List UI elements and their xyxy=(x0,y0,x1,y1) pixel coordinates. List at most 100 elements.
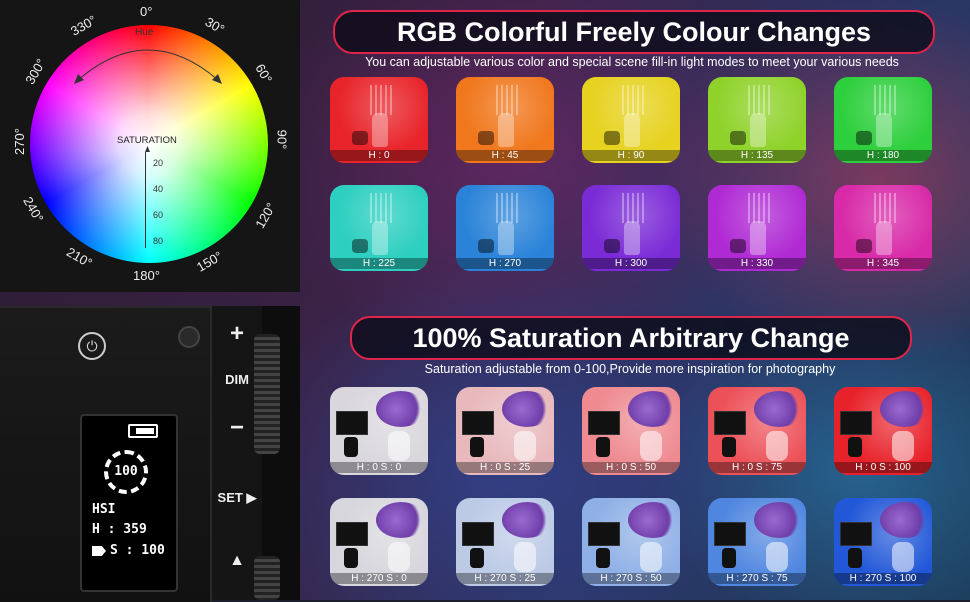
vase xyxy=(766,542,788,572)
saturation-tile: H : 270 S : 100 xyxy=(834,498,932,586)
vase xyxy=(624,113,640,147)
saturation-tile: H : 0 S : 0 xyxy=(330,387,428,475)
flower-stems xyxy=(874,85,896,115)
flower-stems xyxy=(370,193,392,223)
hue-arc-arrow xyxy=(74,49,222,152)
plant-pot xyxy=(352,239,368,253)
plant-pot xyxy=(478,131,494,145)
flower-stems xyxy=(370,85,392,115)
lavender-flowers xyxy=(880,391,930,427)
hue-tile: H : 180 xyxy=(834,77,932,163)
vase xyxy=(876,221,892,255)
vase xyxy=(640,542,662,572)
saturation-tile: H : 270 S : 50 xyxy=(582,498,680,586)
tripod xyxy=(596,437,610,457)
light-panel xyxy=(462,522,494,546)
light-panel xyxy=(840,522,872,546)
selector-arrow-icon xyxy=(92,546,106,556)
saturation-tile: H : 270 S : 75 xyxy=(708,498,806,586)
lavender-flowers xyxy=(628,391,678,427)
battery-icon xyxy=(128,424,158,438)
saturation-tick: 60 xyxy=(153,210,164,220)
saturation-tile: H : 270 S : 25 xyxy=(456,498,554,586)
flower-stems xyxy=(874,193,896,223)
saturation-tile: H : 270 S : 0 xyxy=(330,498,428,586)
vase xyxy=(498,221,514,255)
led-light-device: ⏻ 100 HSI H : 359 S : 100 + DIM − SET ▶ … xyxy=(0,306,300,602)
hue-tile-label: H : 300 xyxy=(582,258,680,269)
hue-tile: H : 345 xyxy=(834,185,932,271)
hue-tile: H : 0 xyxy=(330,77,428,163)
vase xyxy=(498,113,514,147)
vase xyxy=(388,431,410,461)
set-button[interactable]: SET ▶ xyxy=(212,490,262,506)
saturation-tile-label: H : 0 S : 0 xyxy=(330,462,428,473)
tripod xyxy=(848,548,862,568)
power-icon[interactable]: ⏻ xyxy=(78,332,106,360)
saturation-tile-label: H : 0 S : 25 xyxy=(456,462,554,473)
hue-tile: H : 225 xyxy=(330,185,428,271)
vase xyxy=(640,431,662,461)
flower-stems xyxy=(622,85,644,115)
saturation-tile-label: H : 0 S : 100 xyxy=(834,462,932,473)
tripod xyxy=(344,548,358,568)
hue-tile: H : 135 xyxy=(708,77,806,163)
degree-label: 90° xyxy=(274,129,290,150)
vase xyxy=(750,221,766,255)
vase xyxy=(514,431,536,461)
lower-knob[interactable] xyxy=(254,556,280,600)
plant-pot xyxy=(856,131,872,145)
vase xyxy=(372,221,388,255)
light-panel xyxy=(588,411,620,435)
rgb-headline: RGB Colorful Freely Colour Changes xyxy=(333,10,935,54)
mount-screw xyxy=(178,326,200,348)
hue-tile-label: H : 330 xyxy=(708,258,806,269)
tripod xyxy=(596,548,610,568)
dial-knob[interactable] xyxy=(254,334,280,454)
saturation-tile: H : 0 S : 100 xyxy=(834,387,932,475)
saturation-tile-label: H : 270 S : 75 xyxy=(708,573,806,584)
saturation-tile: H : 0 S : 25 xyxy=(456,387,554,475)
light-panel xyxy=(588,522,620,546)
degree-label: 0° xyxy=(140,4,153,19)
hue-tile-label: H : 180 xyxy=(834,150,932,161)
device-display: 100 HSI H : 359 S : 100 xyxy=(80,414,178,592)
vase xyxy=(372,113,388,147)
hue-tile: H : 330 xyxy=(708,185,806,271)
vase xyxy=(766,431,788,461)
light-panel xyxy=(462,411,494,435)
saturation-tile: H : 0 S : 50 xyxy=(582,387,680,475)
hue-tile: H : 270 xyxy=(456,185,554,271)
flower-stems xyxy=(748,85,770,115)
vase xyxy=(892,542,914,572)
hue-tile-label: H : 345 xyxy=(834,258,932,269)
saturation-tick: 40 xyxy=(153,184,164,194)
saturation-tick: 80 xyxy=(153,236,164,246)
vase xyxy=(750,113,766,147)
brightness-value: 100 xyxy=(114,464,138,479)
vase xyxy=(892,431,914,461)
tripod xyxy=(470,437,484,457)
hue-tile-label: H : 135 xyxy=(708,150,806,161)
saturation-axis xyxy=(145,152,146,248)
mode-label: HSI xyxy=(92,502,116,517)
saturation-tile-label: H : 270 S : 0 xyxy=(330,573,428,584)
flower-stems xyxy=(748,193,770,223)
plant-pot xyxy=(478,239,494,253)
lavender-flowers xyxy=(376,502,426,538)
hue-tile: H : 45 xyxy=(456,77,554,163)
lavender-flowers xyxy=(754,391,804,427)
plant-pot xyxy=(730,131,746,145)
plant-pot xyxy=(604,239,620,253)
hue-label: Hue xyxy=(135,27,154,38)
saturation-readout: S : 100 xyxy=(110,543,165,558)
saturation-tile: H : 0 S : 75 xyxy=(708,387,806,475)
plant-pot xyxy=(604,131,620,145)
hue-tile: H : 300 xyxy=(582,185,680,271)
vase xyxy=(876,113,892,147)
vase xyxy=(514,542,536,572)
flower-stems xyxy=(622,193,644,223)
hue-tile-label: H : 225 xyxy=(330,258,428,269)
flower-stems xyxy=(496,85,518,115)
saturation-subtitle: Saturation adjustable from 0-100,Provide… xyxy=(424,362,836,376)
